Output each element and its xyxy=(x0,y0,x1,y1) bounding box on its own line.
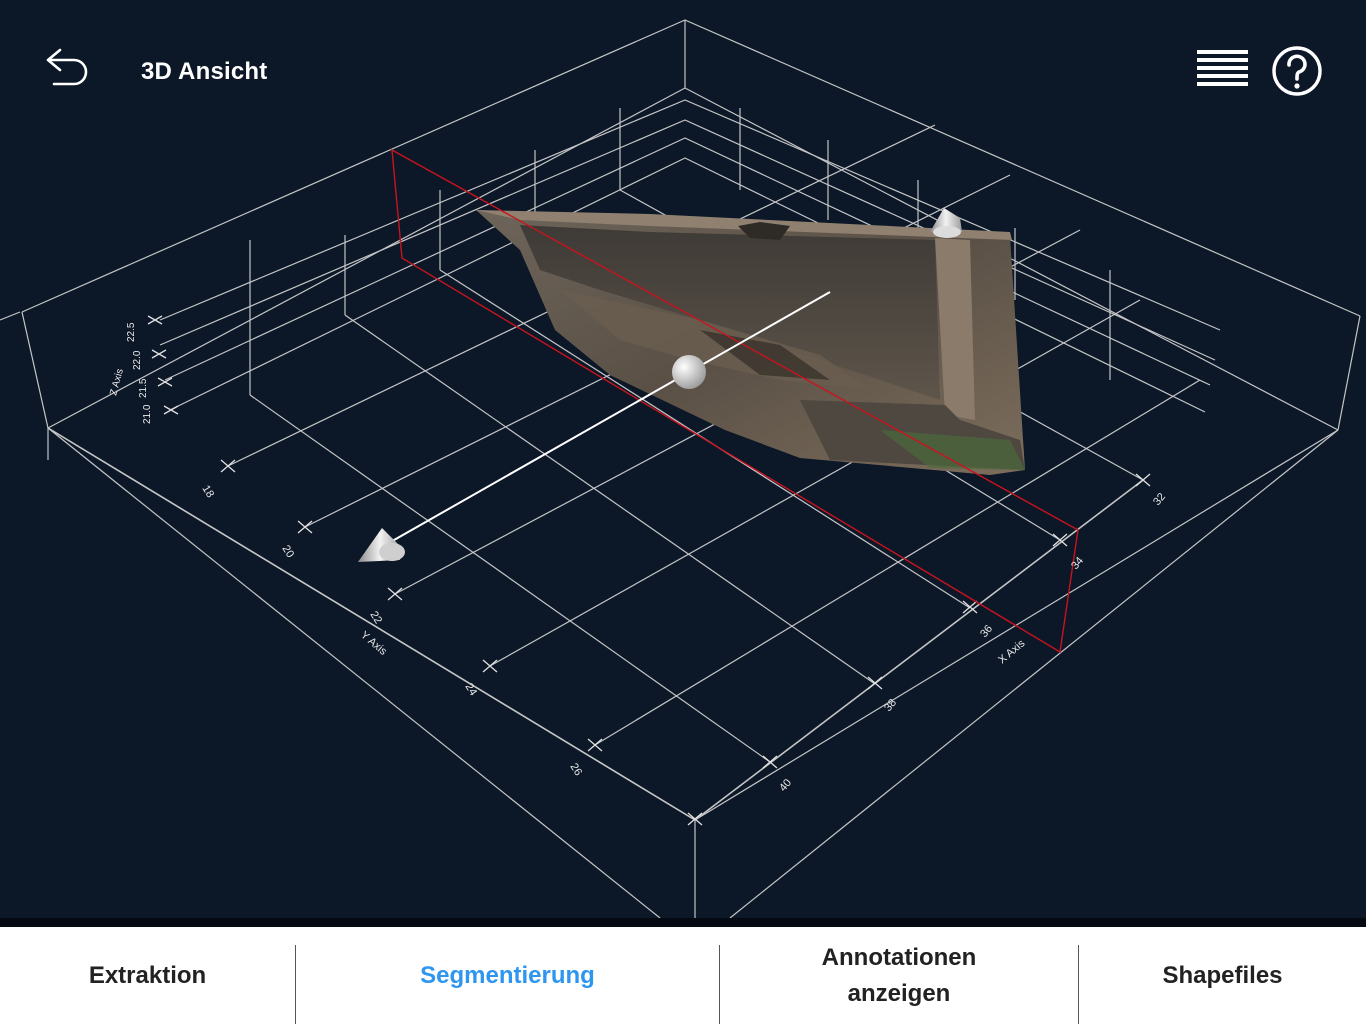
z-tick-label: 21.5 xyxy=(138,378,149,398)
x-tick-label: 32 xyxy=(1151,491,1168,508)
grid-box xyxy=(0,19,1361,918)
y-axis-title: Y Axis xyxy=(358,629,389,658)
3d-scene[interactable]: 18 20 22 24 26 Y Axis 32 34 36 38 40 X A… xyxy=(0,0,1366,918)
tab-shapefiles[interactable]: Shapefiles xyxy=(1079,927,1366,1024)
y-tick-label: 24 xyxy=(462,681,479,698)
y-tick-label: 26 xyxy=(567,761,584,778)
back-button[interactable] xyxy=(40,42,96,92)
tab-extraktion[interactable]: Extraktion xyxy=(0,927,295,1024)
back-arrow-icon xyxy=(46,48,88,86)
bottom-tab-bar: Extraktion Segmentierung Annotationen an… xyxy=(0,918,1366,1024)
y-tick-label: 20 xyxy=(279,543,296,560)
x-tick-label: 36 xyxy=(978,623,995,640)
x-axis-labels: 32 34 36 38 40 X Axis xyxy=(777,491,1168,794)
page-title: 3D Ansicht xyxy=(141,58,268,85)
y-axis-labels: 18 20 22 24 26 Y Axis xyxy=(199,483,584,778)
z-axis-title: Z Axis xyxy=(108,368,126,397)
3d-viewport[interactable]: 18 20 22 24 26 Y Axis 32 34 36 38 40 X A… xyxy=(0,0,1366,918)
menu-button[interactable] xyxy=(1190,44,1256,96)
x-axis-title: X Axis xyxy=(996,637,1028,666)
z-tick-label: 22.0 xyxy=(132,350,143,370)
measurement-sphere-handle[interactable] xyxy=(672,355,706,389)
help-question-icon xyxy=(1272,46,1322,96)
z-axis-labels: 21.0 21.5 22.0 22.5 Z Axis xyxy=(108,322,153,424)
tab-segmentierung[interactable]: Segmentierung xyxy=(296,927,719,1024)
x-tick-label: 38 xyxy=(882,697,899,714)
x-tick-label: 40 xyxy=(777,777,794,794)
point-cloud-trench xyxy=(476,210,1025,475)
hamburger-menu-icon xyxy=(1197,50,1248,86)
tab-annotationen-anzeigen[interactable]: Annotationen anzeigen xyxy=(720,927,1078,1024)
y-tick-label: 18 xyxy=(199,483,216,500)
help-button[interactable] xyxy=(1268,42,1326,100)
z-tick-label: 21.0 xyxy=(142,404,153,424)
z-tick-label: 22.5 xyxy=(126,322,137,342)
